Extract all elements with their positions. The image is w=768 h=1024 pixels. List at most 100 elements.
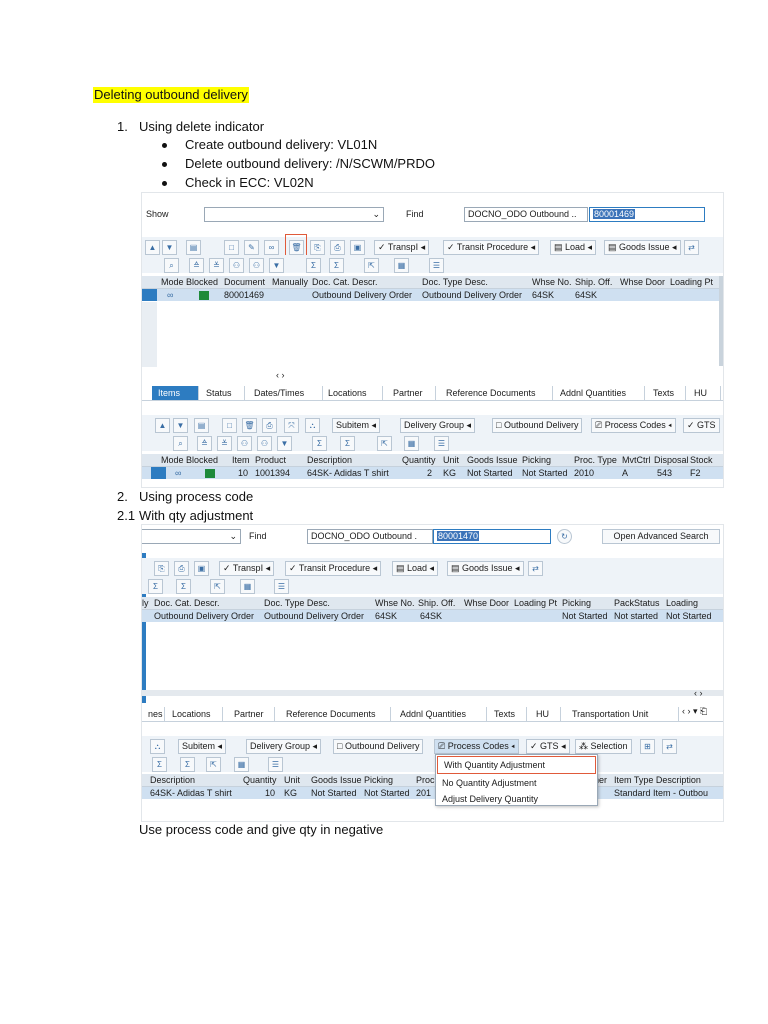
- print-icon[interactable]: ⎙: [262, 418, 277, 433]
- binoculars-next-icon[interactable]: ⚇: [257, 436, 272, 451]
- tab-status[interactable]: Status: [200, 386, 245, 400]
- menu-item-no-quantity-adjustment[interactable]: No Quantity Adjustment: [436, 775, 597, 791]
- transit-procedure-button[interactable]: ✓ Transit Procedure ◂: [443, 240, 540, 255]
- tab-reference-documents[interactable]: Reference Documents: [440, 386, 553, 400]
- export-icon[interactable]: ⇱: [206, 757, 221, 772]
- export-icon[interactable]: ⇱: [210, 579, 225, 594]
- tab-partner[interactable]: Partner: [228, 707, 275, 721]
- print-icon[interactable]: ⎙: [330, 240, 345, 255]
- document-icon[interactable]: □: [222, 418, 237, 433]
- menu-item-with-quantity-adjustment[interactable]: With Quantity Adjustment: [437, 756, 596, 774]
- subitem-button[interactable]: Subitem ◂: [332, 418, 381, 433]
- layout-icon[interactable]: ▦: [234, 757, 249, 772]
- table-row[interactable]: Outbound Delivery Order Outbound Deliver…: [142, 610, 723, 622]
- binoculars-next-icon[interactable]: ⚇: [249, 258, 264, 273]
- subtotal-icon[interactable]: Σ: [329, 258, 344, 273]
- binoculars-icon[interactable]: ⚇: [237, 436, 252, 451]
- sort-asc-icon[interactable]: ≙: [197, 436, 212, 451]
- down-icon[interactable]: ▼: [173, 418, 188, 433]
- delivery-group-button[interactable]: Delivery Group ◂: [246, 739, 322, 754]
- more-icon[interactable]: ⇄: [528, 561, 543, 576]
- edit-icon[interactable]: ✎: [244, 240, 259, 255]
- sum-icon[interactable]: Σ: [152, 757, 167, 772]
- find-select[interactable]: DOCNO_ODO Outbound .: [307, 529, 433, 544]
- hierarchy-icon[interactable]: ⛬: [305, 418, 320, 433]
- show-select[interactable]: ⌄: [142, 529, 241, 544]
- export-icon[interactable]: ⇱: [377, 436, 392, 451]
- tab-addnl-quantities[interactable]: Addnl Quantities: [394, 707, 487, 721]
- sum-icon[interactable]: Σ: [148, 579, 163, 594]
- details-icon[interactable]: ▤: [194, 418, 209, 433]
- subtotal-icon[interactable]: Σ: [340, 436, 355, 451]
- transpl-button[interactable]: ✓ TranspI ◂: [219, 561, 275, 576]
- sort-asc-icon[interactable]: ≙: [189, 258, 204, 273]
- refresh-icon[interactable]: ↻: [557, 529, 572, 544]
- info-icon[interactable]: ☰: [268, 757, 283, 772]
- details-icon[interactable]: ▤: [186, 240, 201, 255]
- filter-icon[interactable]: ▼: [277, 436, 292, 451]
- more-icon[interactable]: ⇄: [662, 739, 677, 754]
- print-icon[interactable]: ⎙: [174, 561, 189, 576]
- load-button[interactable]: ▤ Load ◂: [550, 240, 597, 255]
- load-button[interactable]: ▤ Load ◂: [392, 561, 439, 576]
- layout-icon[interactable]: ▦: [394, 258, 409, 273]
- copy-icon[interactable]: ⎘: [310, 240, 325, 255]
- delete-icon[interactable]: 🗑: [242, 418, 257, 433]
- menu-item-adjust-delivery-quantity[interactable]: Adjust Delivery Quantity: [436, 791, 597, 807]
- subitem-button[interactable]: Subitem ◂: [178, 739, 227, 754]
- show-select[interactable]: ⌄: [204, 207, 384, 222]
- tab-hu[interactable]: HU: [530, 707, 561, 721]
- find-input[interactable]: 80001469: [589, 207, 705, 222]
- info-icon[interactable]: ☰: [429, 258, 444, 273]
- tab-locations[interactable]: Locations: [166, 707, 223, 721]
- tab-partner[interactable]: Partner: [387, 386, 436, 400]
- tab-transportation-unit[interactable]: Transportation Unit: [566, 707, 679, 721]
- find-input[interactable]: 80001470: [433, 529, 551, 544]
- copy-icon[interactable]: ⎘: [154, 561, 169, 576]
- tab-texts[interactable]: Texts: [647, 386, 686, 400]
- goods-issue-button[interactable]: ▤ Goods Issue ◂: [447, 561, 524, 576]
- info-icon[interactable]: ☰: [434, 436, 449, 451]
- table-row[interactable]: ∞ 80001469 Outbound Delivery Order Outbo…: [142, 289, 723, 301]
- subtotal-icon[interactable]: Σ: [180, 757, 195, 772]
- tab-dates-times[interactable]: nes: [142, 707, 165, 721]
- goods-issue-button[interactable]: ▤ Goods Issue ◂: [604, 240, 681, 255]
- hierarchy-icon[interactable]: ⛬: [150, 739, 165, 754]
- sum-icon[interactable]: Σ: [312, 436, 327, 451]
- save-icon[interactable]: ▣: [194, 561, 209, 576]
- process-codes-button[interactable]: ⎚ Process Codes ◂: [591, 418, 676, 433]
- tab-texts[interactable]: Texts: [488, 707, 527, 721]
- scroll-arrows[interactable]: ‹ ›: [694, 688, 703, 698]
- scroll-arrows[interactable]: ‹ ›: [276, 370, 285, 380]
- find-icon[interactable]: ⌕: [164, 258, 179, 273]
- tab-items[interactable]: Items: [152, 386, 199, 400]
- gts-button[interactable]: ✓ GTS ◂: [526, 739, 570, 754]
- document-icon[interactable]: □: [224, 240, 239, 255]
- items-table-row[interactable]: ∞ 10 1001394 64SK- Adidas T shirt 2 KG N…: [142, 467, 723, 479]
- up-icon[interactable]: ▲: [155, 418, 170, 433]
- find-icon[interactable]: ⌕: [173, 436, 188, 451]
- open-advanced-search-button[interactable]: Open Advanced Search: [602, 529, 720, 544]
- filter-icon[interactable]: ▼: [269, 258, 284, 273]
- transit-procedure-button[interactable]: ✓ Transit Procedure ◂: [285, 561, 382, 576]
- more-icon[interactable]: ⇄: [684, 240, 699, 255]
- outbound-delivery-button[interactable]: □ Outbound Delivery: [333, 739, 424, 754]
- tab-locations[interactable]: Locations: [322, 386, 383, 400]
- layout-icon[interactable]: ▦: [404, 436, 419, 451]
- gts-button[interactable]: ✓ GTS: [683, 418, 720, 433]
- find-select[interactable]: DOCNO_ODO Outbound ..: [464, 207, 588, 222]
- tab-hu[interactable]: HU: [688, 386, 721, 400]
- tab-dates-times[interactable]: Dates/Times: [248, 386, 323, 400]
- selection-button[interactable]: ⁂ Selection: [575, 739, 632, 754]
- display-icon[interactable]: ∞: [264, 240, 279, 255]
- split-icon[interactable]: ⤧: [284, 418, 299, 433]
- tab-reference-documents[interactable]: Reference Documents: [280, 707, 391, 721]
- tab-addnl-quantities[interactable]: Addnl Quantities: [554, 386, 645, 400]
- up-icon[interactable]: ▲: [145, 240, 160, 255]
- sum-icon[interactable]: Σ: [306, 258, 321, 273]
- binoculars-icon[interactable]: ⚇: [229, 258, 244, 273]
- sort-desc-icon[interactable]: ≚: [217, 436, 232, 451]
- down-icon[interactable]: ▼: [162, 240, 177, 255]
- tab-nav-arrows[interactable]: ‹ › ▾ ⎗: [682, 706, 707, 717]
- export-icon[interactable]: ⇱: [364, 258, 379, 273]
